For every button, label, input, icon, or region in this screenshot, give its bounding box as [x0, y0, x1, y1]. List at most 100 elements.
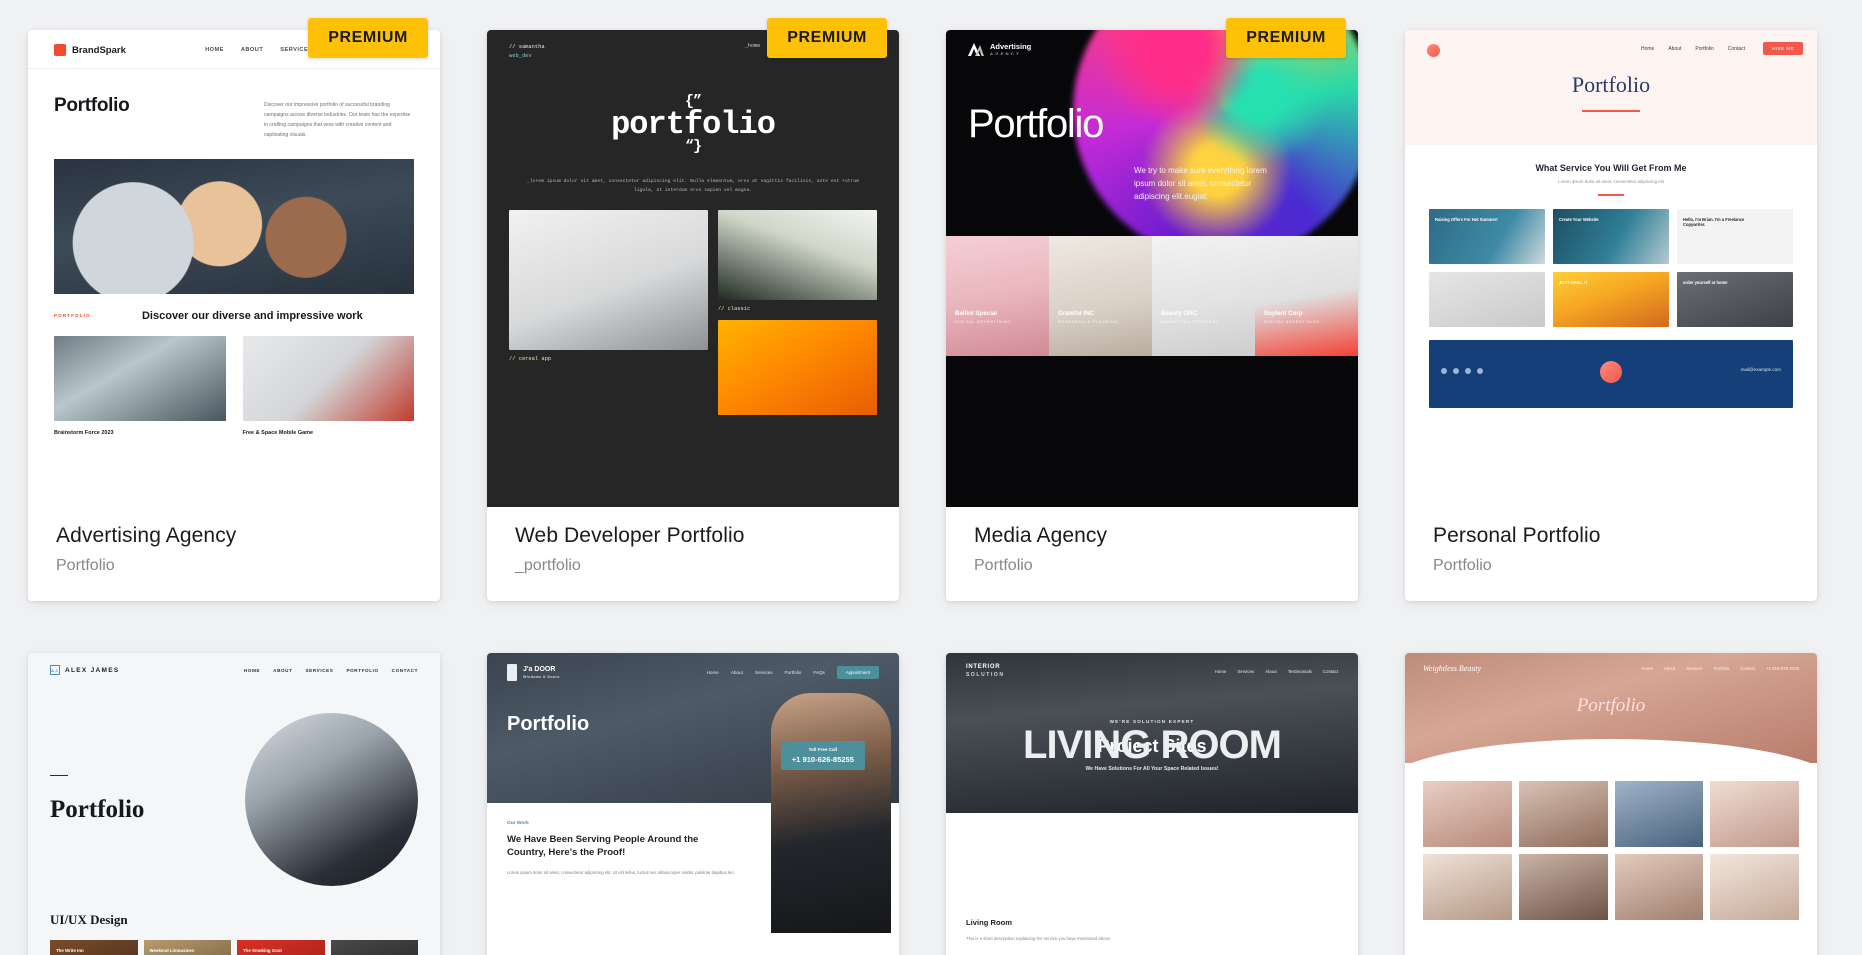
heading-dash: [50, 774, 68, 777]
preview-section-heading: What Service You Will Get From Me: [1535, 163, 1687, 173]
template-thumbnail[interactable]: INTERIOR SOLUTION Home Services About Te…: [946, 653, 1358, 955]
template-card-interior-solution[interactable]: INTERIOR SOLUTION Home Services About Te…: [946, 653, 1358, 955]
preview-brand: BrandSpark: [54, 44, 126, 56]
preview-section-heading: We Have Been Serving People Around the C…: [507, 834, 699, 859]
card-title: Personal Portfolio: [1433, 524, 1601, 547]
preview-brand: Advertising AGENCY: [968, 42, 1031, 57]
preview-hero-image: [245, 713, 418, 887]
preview-heading: Portfolio: [1576, 695, 1646, 717]
template-thumbnail[interactable]: // samantha web_dev _home _about _portfo…: [487, 30, 899, 507]
preview-footer: mail@example.com: [1429, 339, 1793, 408]
preview-section-heading: UI/UX Design: [50, 912, 128, 928]
card-category: _portfolio: [515, 557, 581, 575]
template-thumbnail[interactable]: Advertising AGENCY Home About Services C…: [946, 30, 1358, 507]
template-thumbnail[interactable]: J'a DOOR Windows & Doors Home About Serv…: [487, 653, 899, 955]
preview-heading: Portfolio: [50, 796, 145, 824]
preview-phone: +1 916-875-2233: [1766, 666, 1799, 672]
preview-gallery-image: [1614, 854, 1704, 921]
preview-hero-person-image: [771, 693, 891, 934]
behance-icon: [1477, 367, 1483, 374]
template-card-weightless-beauty[interactable]: Weightless Beauty Home About Services Po…: [1405, 653, 1817, 955]
preview-heading: Portfolio: [54, 95, 130, 116]
preview-brand: J'a DOOR Windows & Doors: [507, 664, 560, 682]
template-card-advertising-agency[interactable]: PREMIUM BrandSpark HOME ABOUT SERVICES P…: [28, 18, 440, 602]
preview-brand: // samantha web_dev: [509, 44, 545, 59]
preview-block-title: Living Room: [966, 918, 1012, 928]
preview-gallery-image: [1423, 854, 1512, 921]
template-thumbnail[interactable]: AJ ALEX JAMES HOME ABOUT SERVICES PORTFO…: [28, 653, 440, 955]
preview-work-image: [717, 209, 877, 300]
preview-section-sub: Lorem ipsum dolor sit amet, consectetur …: [1558, 179, 1664, 184]
template-card-media-agency[interactable]: PREMIUM Advertising AGENCY Portfolio We …: [946, 18, 1358, 602]
preview-work-item: // classic: [717, 209, 877, 415]
preview-work-image: [509, 209, 708, 350]
preview-work-item: // cereal app: [509, 209, 708, 415]
footer-email: mail@example.com: [1740, 366, 1781, 372]
preview-work-item: The Write Inn: [50, 940, 138, 955]
preview-work-image: [717, 319, 877, 415]
preview-heading: Portfolio: [507, 713, 590, 736]
preview-ghost-text: LIVING ROOM: [1023, 723, 1282, 768]
template-card-alex-james[interactable]: AJ ALEX JAMES HOME ABOUT SERVICES PORTFO…: [28, 653, 440, 955]
preview-service-tile: Create Your Website: [1553, 208, 1669, 264]
preview-navbar: J'a DOOR Windows & Doors Home About Serv…: [487, 653, 899, 692]
preview-work-item: [330, 940, 418, 955]
preview-paragraph: _lorem ipsum dolor sit amet, consectetur…: [527, 178, 859, 194]
preview-service-tile: Hello, I'm Brian. I'm a Freelance Copywr…: [1677, 208, 1793, 264]
preview-service-tile: Raising Offers For Hot Summer!: [1429, 208, 1545, 264]
template-thumbnail[interactable]: Weightless Beauty Home About Services Po…: [1405, 653, 1817, 955]
preview-navbar: INTERIOR SOLUTION Home Services About Te…: [946, 653, 1358, 689]
preview-work-item: Beauty ORC MARKETING STRATEGY: [1152, 236, 1255, 356]
preview-work-item: Weekend Limousines: [143, 940, 231, 955]
facebook-icon: [1441, 367, 1447, 374]
preview-brand: AJ ALEX JAMES: [50, 665, 120, 676]
preview-gallery-image: [1518, 854, 1608, 921]
twitter-icon: [1453, 367, 1459, 374]
card-meta: Media Agency Portfolio: [946, 507, 1358, 601]
template-card-personal-portfolio[interactable]: Home About Portfolio Contact HIRE ME Por…: [1405, 30, 1817, 602]
preview-brand: INTERIOR SOLUTION: [966, 664, 1005, 678]
preview-eyebrow: PORTFOLIO: [54, 313, 91, 319]
preview-heading: Portfolio: [1571, 72, 1651, 97]
preview-paragraph: Lorem ipsum dolor sit amet, consectetur …: [507, 870, 735, 876]
preview-gallery-image: [1614, 781, 1704, 848]
brand-dot-icon: [1427, 44, 1440, 57]
brand-logo-icon: [54, 44, 66, 56]
preview-gallery-image: [1518, 781, 1608, 848]
template-thumbnail[interactable]: BrandSpark HOME ABOUT SERVICES PORTFOLIO…: [28, 30, 440, 507]
preview-heading: {” portfolio “}: [611, 93, 776, 156]
preview-cta-button: HIRE ME: [1763, 42, 1803, 55]
preview-brand: Weightless Beauty: [1423, 664, 1482, 674]
template-card-web-developer-portfolio[interactable]: PREMIUM // samantha web_dev _home _about…: [487, 18, 899, 602]
preview-toll-free-box: Toll Free Call +1 910-626-85255: [780, 741, 865, 771]
preview-navbar: AJ ALEX JAMES HOME ABOUT SERVICES PORTFO…: [28, 653, 440, 687]
preview-paragraph: We try to make sure everything lorem ips…: [1134, 166, 1267, 201]
preview-eyebrow: Our Work: [507, 821, 529, 827]
preview-work-image: [242, 335, 414, 421]
premium-badge: PREMIUM: [1226, 18, 1346, 58]
preview-curve-divider: [1405, 739, 1817, 764]
preview-work-item: Free & Space Mobile Game: [242, 335, 414, 436]
card-category: Portfolio: [974, 557, 1033, 575]
preview-nav-links: Home About Services Portfolio Contact +1…: [1641, 666, 1799, 672]
template-thumbnail[interactable]: Home About Portfolio Contact HIRE ME Por…: [1405, 30, 1817, 507]
footer-logo-icon: [1600, 360, 1622, 383]
preview-block-text: This is a short description explaining t…: [966, 936, 1112, 942]
preview-navbar: Weightless Beauty Home About Services Po…: [1405, 653, 1817, 684]
preview-nav-links: Home About Services Portfolio FAQs Appoi…: [707, 666, 879, 680]
triangle-logo-icon: [968, 43, 984, 57]
card-title: Advertising Agency: [56, 524, 237, 547]
door-logo-icon: [507, 664, 517, 682]
card-meta: Personal Portfolio Portfolio: [1405, 507, 1817, 601]
heading-underline: [1582, 110, 1640, 112]
monogram-icon: AJ: [50, 665, 60, 676]
template-card-ja-door[interactable]: J'a DOOR Windows & Doors Home About Serv…: [487, 653, 899, 955]
preview-hero-image: [54, 158, 414, 294]
social-icons: [1441, 367, 1483, 374]
preview-nav-links: HOME ABOUT SERVICES PORTFOLIO CONTACT: [243, 667, 418, 673]
preview-gallery-image: [1423, 781, 1512, 848]
card-title: Media Agency: [974, 524, 1108, 547]
preview-work-item: The Smoking Goat: [237, 940, 325, 955]
preview-work-item: Grateful INC RESEARCH & PLANNING: [1049, 236, 1152, 356]
premium-badge: PREMIUM: [308, 18, 428, 58]
